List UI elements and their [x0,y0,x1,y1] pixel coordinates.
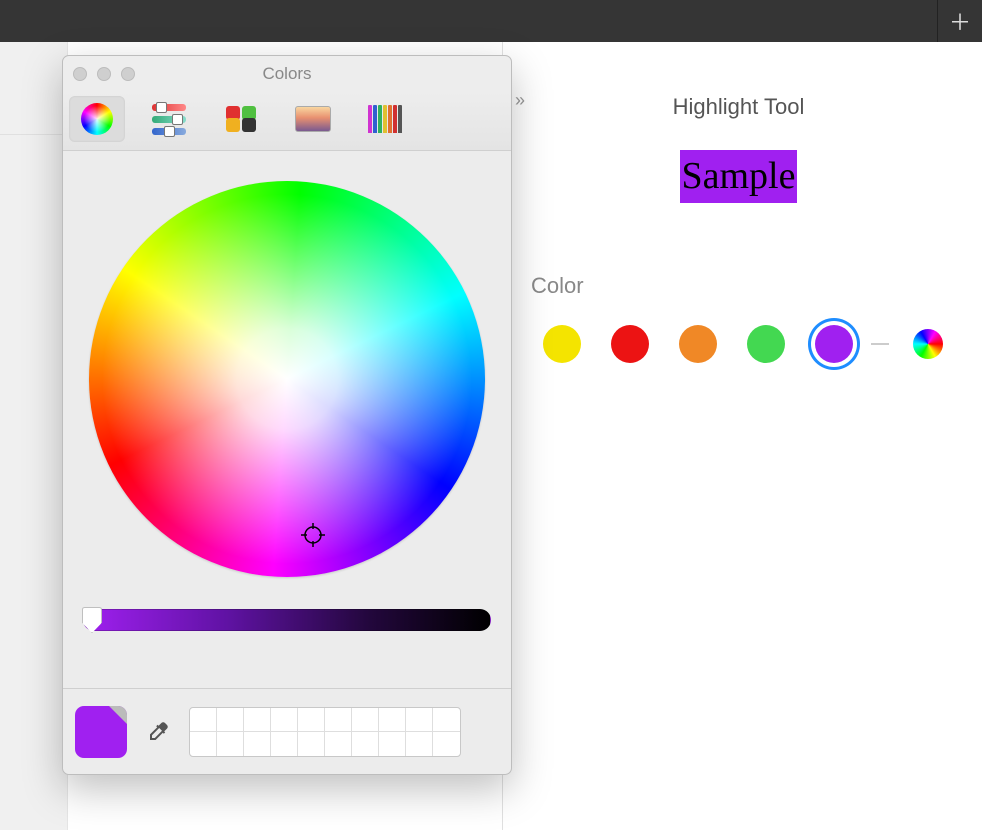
tab-color-palettes[interactable] [213,96,269,142]
saved-swatch-slot[interactable] [379,708,406,732]
saved-swatch-slot[interactable] [433,732,460,756]
sample-preview: Sample [523,150,954,203]
window-controls [73,67,135,81]
saved-swatch-slot[interactable] [190,708,217,732]
saved-swatch-slot[interactable] [244,708,271,732]
new-tab-button[interactable]: ＋ [937,0,982,42]
saved-swatch-slot[interactable] [190,732,217,756]
saved-swatch-slot[interactable] [217,732,244,756]
plus-icon: ＋ [949,5,971,37]
tab-image-palettes[interactable] [285,96,341,142]
picker-mode-tabs [63,92,511,151]
zoom-window-button[interactable] [121,67,135,81]
saved-swatch-slot[interactable] [433,708,460,732]
swatch-orange[interactable] [679,325,717,363]
gutter-divider [0,134,67,142]
saved-swatch-slot[interactable] [325,708,352,732]
saved-swatch-slot[interactable] [406,708,433,732]
picker-body [63,151,511,688]
picker-footer [63,688,511,774]
swatch-yellow[interactable] [543,325,581,363]
close-window-button[interactable] [73,67,87,81]
color-wheel[interactable] [89,181,485,577]
tab-color-sliders[interactable] [141,96,197,142]
palette-icon [226,106,256,132]
swatch-purple[interactable] [815,325,853,363]
saved-swatch-slot[interactable] [271,732,298,756]
image-icon [295,106,331,132]
pencils-icon [368,105,402,133]
inspector-panel: » Highlight Tool Sample Color [502,42,982,830]
swatch-custom-color[interactable] [913,329,943,359]
swatch-green[interactable] [747,325,785,363]
saved-swatch-slot[interactable] [379,732,406,756]
saved-swatch-slot[interactable] [298,732,325,756]
left-gutter [0,42,68,830]
saved-swatch-slot[interactable] [352,732,379,756]
saved-swatches-grid [189,707,461,757]
color-picker-window[interactable]: Colors [62,55,512,775]
color-swatch-row [543,325,954,363]
picker-titlebar[interactable]: Colors [63,56,511,92]
chevron-right-icon: » [515,90,525,110]
saved-swatch-slot[interactable] [244,732,271,756]
tab-pencils[interactable] [357,96,413,142]
saved-swatch-slot[interactable] [271,708,298,732]
saved-swatch-slot[interactable] [217,708,244,732]
wheel-crosshair-icon [301,523,325,547]
swatch-red[interactable] [611,325,649,363]
sample-highlight-text: Sample [680,150,798,203]
swatch-divider [871,343,889,345]
panel-title: Highlight Tool [523,94,954,120]
brightness-thumb[interactable] [82,607,102,633]
app-toolbar: ＋ [0,0,982,42]
sliders-icon [152,104,186,135]
current-color-well[interactable] [75,706,127,758]
saved-swatch-slot[interactable] [406,732,433,756]
eyedropper-icon [146,720,170,744]
saved-swatch-slot[interactable] [298,708,325,732]
saved-swatch-slot[interactable] [352,708,379,732]
brightness-slider[interactable] [83,609,491,631]
saved-swatch-slot[interactable] [325,732,352,756]
color-section-label: Color [531,273,954,299]
eyedropper-button[interactable] [141,715,175,749]
color-wheel-icon [81,103,113,135]
minimize-window-button[interactable] [97,67,111,81]
tab-color-wheel[interactable] [69,96,125,142]
collapse-panel-button[interactable]: » [515,90,525,111]
